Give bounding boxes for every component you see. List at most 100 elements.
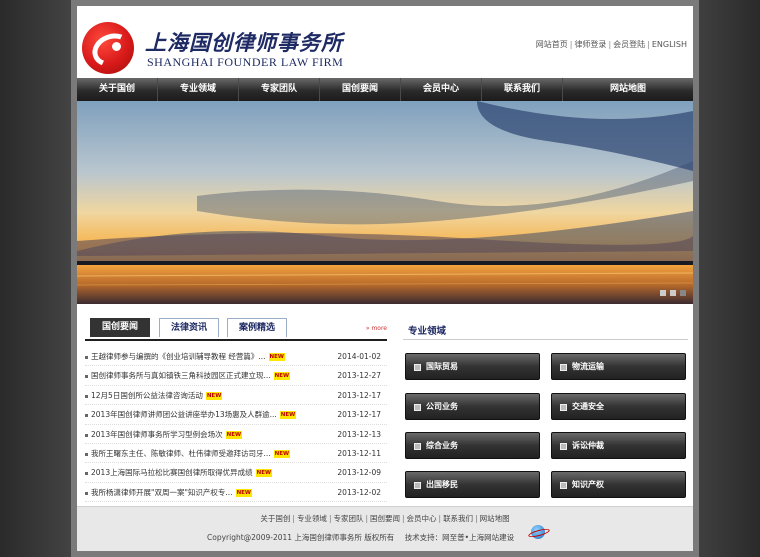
news-panel: 国创要闻 法律资讯 案例精选 » more 王越律师参与编撰的《创业培训辅导教程…: [85, 318, 387, 503]
footer: 关于国创 | 专业领域 | 专家团队 | 国创要闻 | 会员中心 | 联系我们 | 网站地图 Copyr…: [77, 506, 693, 551]
footer-link-news[interactable]: 国创要闻: [370, 514, 400, 523]
new-badge: NEW: [235, 488, 252, 497]
logo-dot-icon: [112, 42, 121, 51]
nav-expert-team[interactable]: 专家团队: [239, 78, 320, 101]
divider: [403, 339, 688, 340]
copyright-line: Copyright@2009-2011 上海国创律师事务所 版权所有 技术支持：…: [207, 532, 514, 543]
news-title[interactable]: 2013年国创律师讲师团公益讲座举办13场惠及人群逾...: [91, 410, 277, 419]
square-bullet-icon: [414, 482, 421, 489]
support-text[interactable]: 技术支持：网至普•上海网站建设: [405, 533, 514, 542]
bullet-icon: [85, 356, 88, 359]
area-button-corporate[interactable]: 公司业务: [405, 393, 540, 420]
news-date: 2013-12-17: [337, 410, 381, 420]
area-button-international-trade[interactable]: 国际贸易: [405, 353, 540, 380]
tab-case-selection[interactable]: 案例精选: [227, 318, 287, 337]
banner-slide-dots: [660, 290, 686, 296]
news-title[interactable]: 王越律师参与编撰的《创业培训辅导教程 经营篇》...: [91, 352, 266, 361]
area-button-immigration[interactable]: 出国移民: [405, 471, 540, 498]
main-nav: 关于国创 专业领域 专家团队 国创要闻 会员中心 联系我们 网站地图: [77, 78, 693, 101]
new-badge: NEW: [279, 411, 297, 420]
tab-legal-info[interactable]: 法律资讯: [159, 318, 219, 337]
nav-contact[interactable]: 联系我们: [482, 78, 563, 101]
bullet-icon: [85, 375, 88, 379]
square-bullet-icon: [560, 404, 567, 411]
list-item[interactable]: 12月5日国创所公益法律咨询活动 NEW 2013-12-17: [85, 386, 387, 406]
list-item[interactable]: 我所杨潇律师开展"双周一案"知识产权专... NEW 2013-12-02: [85, 483, 387, 503]
area-button-general[interactable]: 综合业务: [405, 432, 540, 459]
news-date: 2013-12-02: [337, 487, 381, 497]
nav-sitemap[interactable]: 网站地图: [563, 78, 693, 101]
footer-links: 关于国创 | 专业领域 | 专家团队 | 国创要闻 | 会员中心 | 联系我们 | 网站地图: [260, 514, 510, 523]
sunset-banner-image: [77, 101, 693, 304]
footer-link-contact[interactable]: 联系我们: [443, 514, 473, 523]
top-link-lawyer-login[interactable]: 律师登录: [574, 40, 606, 49]
practice-areas-panel: 专业领域 国际贸易 物流运输 公司业务 交通安全 综合业务 诉讼仲裁 出国移民 …: [403, 318, 688, 498]
page-frame: 上海国创律师事务所 SHANGHAI FOUNDER LAW FIRM 网站首页…: [71, 0, 699, 557]
nav-news[interactable]: 国创要闻: [320, 78, 401, 101]
footer-link-practice-areas[interactable]: 专业领域: [297, 514, 327, 523]
bullet-icon: [85, 452, 88, 456]
news-title[interactable]: 12月5日国创所公益法律咨询活动: [91, 391, 203, 400]
news-title[interactable]: 我所王曙东主任、陈敏律师、杜伟律师受邀拜访司牙...: [91, 449, 271, 458]
copyright-text: Copyright@2009-2011 上海国创律师事务所 版权所有: [207, 533, 395, 542]
nav-member-center[interactable]: 会员中心: [401, 78, 482, 101]
bullet-icon: [85, 394, 88, 398]
news-date: 2013-12-11: [337, 448, 381, 458]
news-title[interactable]: 国创律师事务所与真如镇铁三角科技园区正式建立现...: [91, 371, 271, 380]
more-link[interactable]: » more: [366, 325, 387, 332]
footer-link-sitemap[interactable]: 网站地图: [480, 514, 510, 523]
page: 上海国创律师事务所 SHANGHAI FOUNDER LAW FIRM 网站首页…: [77, 6, 693, 551]
news-date: 2013-12-27: [337, 371, 381, 381]
new-badge: NEW: [268, 353, 285, 361]
new-badge: NEW: [225, 430, 243, 439]
support-logo-icon[interactable]: [531, 525, 545, 539]
square-bullet-icon: [414, 443, 421, 450]
area-button-logistics[interactable]: 物流运输: [551, 353, 686, 380]
top-links: 网站首页 | 律师登录 | 会员登陆 | ENGLISH: [535, 40, 687, 49]
square-bullet-icon: [560, 443, 567, 450]
list-item[interactable]: 国创律师事务所与真如镇铁三角科技园区正式建立现... NEW 2013-12-27: [85, 366, 387, 386]
news-title[interactable]: 2013上海国际马拉松比赛国创律所取得优异成绩: [91, 468, 253, 477]
square-bullet-icon: [414, 364, 421, 371]
area-button-litigation[interactable]: 诉讼仲裁: [551, 432, 686, 459]
top-link-english[interactable]: ENGLISH: [652, 40, 687, 49]
square-bullet-icon: [414, 404, 421, 411]
news-date: 2013-12-17: [337, 390, 381, 400]
area-button-traffic-safety[interactable]: 交通安全: [551, 393, 686, 420]
list-item[interactable]: 我所王曙东主任、陈敏律师、杜伟律师受邀拜访司牙... NEW 2013-12-11: [85, 444, 387, 464]
tab-firm-news[interactable]: 国创要闻: [90, 318, 150, 337]
list-item[interactable]: 2013年国创律师讲师团公益讲座举办13场惠及人群逾... NEW 2013-12-…: [85, 405, 387, 425]
footer-link-about[interactable]: 关于国创: [260, 514, 290, 523]
firm-logo[interactable]: [82, 22, 137, 74]
top-link-member-login[interactable]: 会员登陆: [613, 40, 645, 49]
news-title[interactable]: 我所杨潇律师开展"双周一案"知识产权专...: [91, 488, 233, 497]
slide-dot[interactable]: [670, 290, 676, 296]
news-title[interactable]: 2013年国创律师事务所学习型例会场次: [91, 430, 223, 439]
new-badge: NEW: [273, 449, 291, 458]
hero-banner: [77, 101, 693, 304]
top-link-home[interactable]: 网站首页: [536, 40, 568, 49]
news-date: 2013-12-09: [337, 468, 381, 478]
area-button-ip[interactable]: 知识产权: [551, 471, 686, 498]
list-item[interactable]: 2013年国创律师事务所学习型例会场次 NEW 2013-12-13: [85, 425, 387, 444]
news-list: 王越律师参与编撰的《创业培训辅导教程 经营篇》... NEW 2014-01-02 …: [85, 347, 387, 503]
bullet-icon: [85, 472, 88, 476]
brand-name-en: SHANGHAI FOUNDER LAW FIRM: [147, 55, 344, 69]
nav-about[interactable]: 关于国创: [77, 78, 158, 101]
news-tabs: 国创要闻 法律资讯 案例精选 » more: [85, 318, 387, 341]
logo-swirl-icon: [87, 28, 137, 72]
list-item[interactable]: 2013上海国际马拉松比赛国创律所取得优异成绩 NEW 2013-12-09: [85, 463, 387, 483]
new-badge: NEW: [205, 391, 223, 400]
footer-link-expert-team[interactable]: 专家团队: [333, 514, 363, 523]
bullet-icon: [85, 414, 88, 418]
nav-practice-areas[interactable]: 专业领域: [158, 78, 239, 101]
slide-dot[interactable]: [660, 290, 666, 296]
new-badge: NEW: [255, 469, 273, 478]
slide-dot[interactable]: [680, 290, 686, 296]
footer-link-member-center[interactable]: 会员中心: [407, 514, 437, 523]
news-date: 2013-12-13: [337, 429, 381, 439]
bullet-icon: [85, 433, 88, 437]
list-item[interactable]: 王越律师参与编撰的《创业培训辅导教程 经营篇》... NEW 2014-01-02: [85, 347, 387, 367]
square-bullet-icon: [560, 482, 567, 489]
new-badge: NEW: [273, 372, 291, 381]
